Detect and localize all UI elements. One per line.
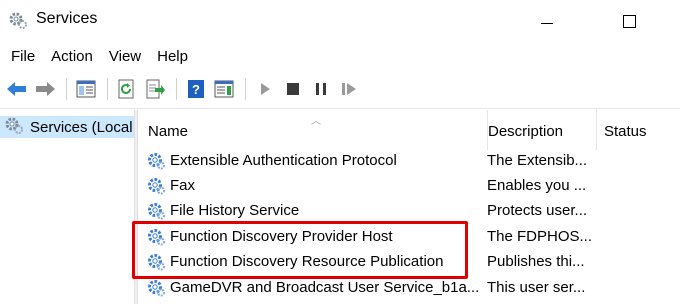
services-list: ︿ Name Description Status Extensible Aut… [138,110,680,304]
start-service-icon[interactable] [252,76,278,102]
service-gear-icon [146,279,166,301]
title-bar: Services [0,0,680,42]
pause-service-icon[interactable] [308,76,334,102]
service-description: Publishes thi... [487,253,585,270]
minimize-button[interactable] [524,0,570,42]
service-name: Function Discovery Provider Host [170,228,393,245]
window-title: Services [36,10,98,27]
column-header-description[interactable]: Description [487,110,595,150]
service-name: GameDVR and Broadcast User Service_b1a..… [170,279,480,296]
table-row[interactable]: GameDVR and Broadcast User Service_b1a..… [138,275,680,300]
minimize-icon [541,22,553,24]
service-description: This user ser... [487,279,586,296]
service-name: Function Discovery Resource Publication [170,253,444,270]
column-header-label: Name [148,123,189,140]
service-gear-icon [146,152,166,174]
column-header-label: Description [488,123,564,140]
service-name: Extensible Authentication Protocol [170,152,397,169]
column-header-status[interactable]: Status [596,110,680,150]
toolbar-separator [107,78,108,100]
service-description: Protects user... [487,202,588,219]
help-icon[interactable]: ? [183,76,209,102]
service-name: File History Service [170,202,300,219]
services-gear-icon [8,10,28,30]
toolbar-divider [0,108,680,109]
menu-bar: File Action View Help [0,44,680,70]
table-row[interactable]: Fax Enables you ... [138,173,680,198]
show-hide-console-tree-icon[interactable] [73,76,99,102]
back-arrow-icon[interactable] [4,76,30,102]
service-gear-icon [146,202,166,224]
tree-item-services-local[interactable]: Services (Local [0,116,134,138]
column-header-label: Status [604,123,647,140]
stop-service-icon[interactable] [280,76,306,102]
service-name: Fax [170,177,196,194]
sort-ascending-icon: ︿ [311,116,321,127]
forward-arrow-icon[interactable] [32,76,58,102]
toolbar-separator [176,78,177,100]
export-list-icon[interactable] [142,76,168,102]
table-row[interactable]: Function Discovery Provider Host The FDP… [138,224,680,249]
restart-service-icon[interactable] [336,76,362,102]
svg-text:?: ? [192,82,200,97]
toolbar-separator [66,78,67,100]
services-gear-icon [4,116,24,138]
menu-action[interactable]: Action [46,44,98,70]
menu-file[interactable]: File [6,44,40,70]
refresh-icon[interactable] [114,76,140,102]
maximize-icon [622,14,636,28]
column-header-name[interactable]: ︿ Name [148,110,478,150]
maximize-button[interactable] [606,0,652,42]
properties-pane-icon[interactable] [211,76,237,102]
service-gear-icon [146,253,166,275]
table-row[interactable]: Function Discovery Resource Publication … [138,249,680,274]
menu-view[interactable]: View [104,44,146,70]
service-gear-icon [146,228,166,250]
service-gear-icon [146,177,166,199]
service-description: Enables you ... [487,177,587,194]
toolbar-separator [245,78,246,100]
service-description: The Extensib... [487,152,588,169]
table-row[interactable]: Extensible Authentication Protocol The E… [138,148,680,173]
table-row[interactable]: File History Service Protects user... [138,198,680,223]
console-tree: Services (Local [0,110,134,304]
menu-help[interactable]: Help [152,44,193,70]
toolbar: ? [0,72,680,106]
tree-item-label: Services (Local [30,118,133,136]
service-description: The FDPHOS... [487,228,591,245]
